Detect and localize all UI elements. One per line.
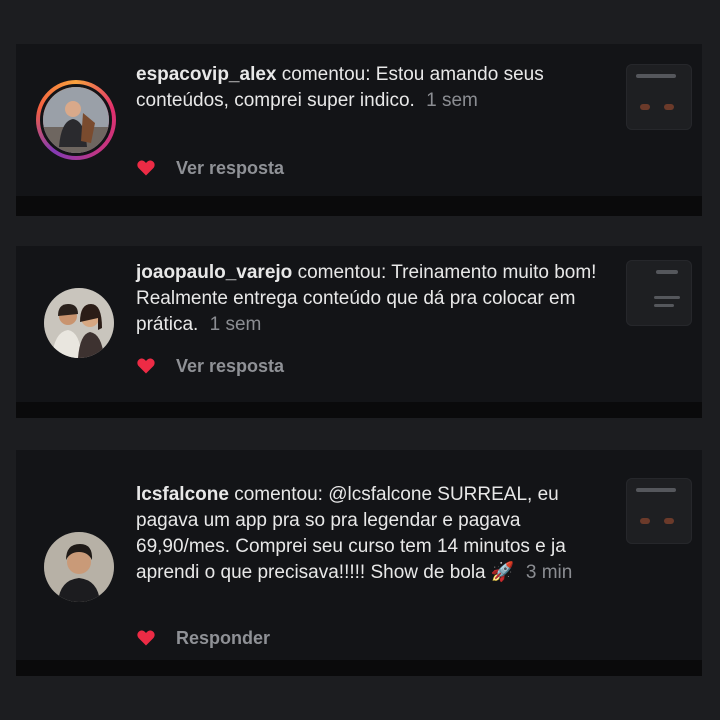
comment-card: lcsfalcone comentou: @lcsfalcone SURREAL… (16, 450, 702, 676)
post-thumbnail[interactable] (626, 64, 692, 130)
view-reply-button[interactable]: Ver resposta (176, 356, 284, 377)
comment-verb: comentou: (281, 64, 371, 85)
post-thumbnail[interactable] (626, 478, 692, 544)
comment-card: espacovip_alex comentou: Estou amando se… (16, 44, 702, 216)
avatar[interactable] (36, 80, 116, 160)
user-avatar-icon (44, 288, 114, 358)
comment-username[interactable]: espacovip_alex (136, 64, 276, 85)
comment-time: 1 sem (426, 90, 478, 111)
post-thumbnail[interactable] (626, 260, 692, 326)
heart-icon[interactable] (136, 356, 156, 376)
comment-time: 1 sem (209, 314, 262, 335)
comment-text: joaopaulo_varejo comentou: Treinamento m… (136, 260, 606, 338)
comment-verb: comentou: (234, 484, 323, 505)
user-avatar-icon (43, 87, 109, 153)
card-divider (16, 402, 702, 418)
comment-actions: Ver resposta (136, 354, 284, 378)
comment-username[interactable]: joaopaulo_varejo (136, 262, 292, 283)
card-divider (16, 196, 702, 216)
avatar[interactable] (44, 532, 114, 602)
heart-icon[interactable] (136, 158, 156, 178)
comment-time: 3 min (525, 562, 573, 583)
user-avatar-icon (44, 532, 114, 602)
comment-username[interactable]: lcsfalcone (136, 484, 229, 505)
view-reply-button[interactable]: Ver resposta (176, 158, 284, 179)
avatar[interactable] (44, 288, 114, 358)
comment-verb: comentou: (297, 262, 387, 283)
comment-text: lcsfalcone comentou: @lcsfalcone SURREAL… (136, 482, 606, 586)
reply-button[interactable]: Responder (176, 628, 270, 649)
comment-actions: Ver resposta (136, 156, 284, 180)
comment-card: joaopaulo_varejo comentou: Treinamento m… (16, 246, 702, 418)
heart-icon[interactable] (136, 628, 156, 648)
comment-actions: Responder (136, 626, 270, 650)
card-divider (16, 660, 702, 676)
comment-text: espacovip_alex comentou: Estou amando se… (136, 62, 606, 114)
